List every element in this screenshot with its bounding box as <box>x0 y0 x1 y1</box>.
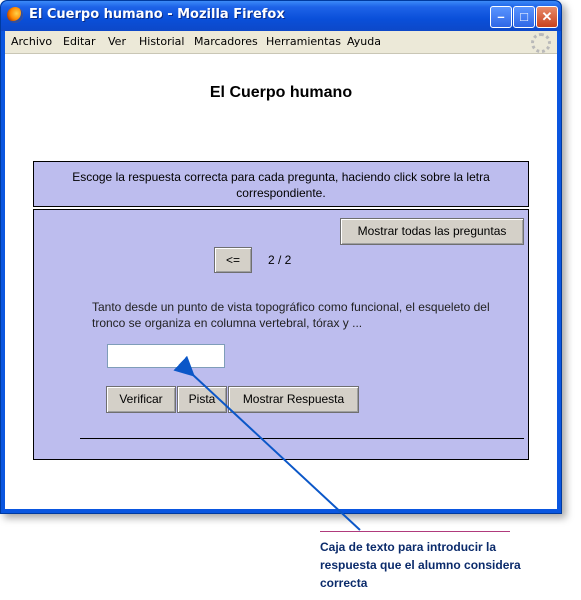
caption-underline <box>320 531 510 532</box>
menu-ayuda[interactable]: Ayuda <box>347 35 381 48</box>
question-text: Tanto desde un punto de vista topográfic… <box>92 300 490 330</box>
throbber-icon <box>531 33 551 53</box>
window-title: El Cuerpo humano - Mozilla Firefox <box>29 7 285 22</box>
show-answer-button[interactable]: Mostrar Respuesta <box>228 386 359 413</box>
previous-question-button[interactable]: <= <box>214 247 252 273</box>
instructions-box: Escoge la respuesta correcta para cada p… <box>33 161 529 207</box>
menu-editar[interactable]: Editar <box>63 35 96 48</box>
annotation-caption: Caja de texto para introducir la respues… <box>320 540 521 590</box>
page-content: El Cuerpo humano Escoge la respuesta cor… <box>5 54 557 509</box>
menu-bar: Archivo Editar Ver Historial Marcadores … <box>5 31 557 54</box>
question-counter: 2 / 2 <box>268 253 292 267</box>
menu-ver[interactable]: Ver <box>108 35 126 48</box>
check-button[interactable]: Verificar <box>106 386 176 413</box>
title-bar[interactable]: El Cuerpo humano - Mozilla Firefox – □ ✕ <box>1 1 561 31</box>
menu-marcadores[interactable]: Marcadores <box>194 35 258 48</box>
quiz-panel: Mostrar todas las preguntas <= 2 / 2 Tan… <box>33 209 529 460</box>
divider <box>80 438 524 439</box>
close-button[interactable]: ✕ <box>536 6 558 28</box>
instructions-text: Escoge la respuesta correcta para cada p… <box>72 170 490 200</box>
answer-input[interactable] <box>107 344 225 368</box>
firefox-icon <box>7 7 23 23</box>
menu-historial[interactable]: Historial <box>139 35 184 48</box>
page-title: El Cuerpo humano <box>209 84 353 101</box>
show-all-questions-button[interactable]: Mostrar todas las preguntas <box>340 218 524 245</box>
browser-window: El Cuerpo humano - Mozilla Firefox – □ ✕… <box>0 0 562 514</box>
minimize-button[interactable]: – <box>490 6 512 28</box>
hint-button[interactable]: Pista <box>177 386 227 413</box>
menu-archivo[interactable]: Archivo <box>11 35 52 48</box>
menu-herramientas[interactable]: Herramientas <box>266 35 341 48</box>
maximize-button[interactable]: □ <box>513 6 535 28</box>
